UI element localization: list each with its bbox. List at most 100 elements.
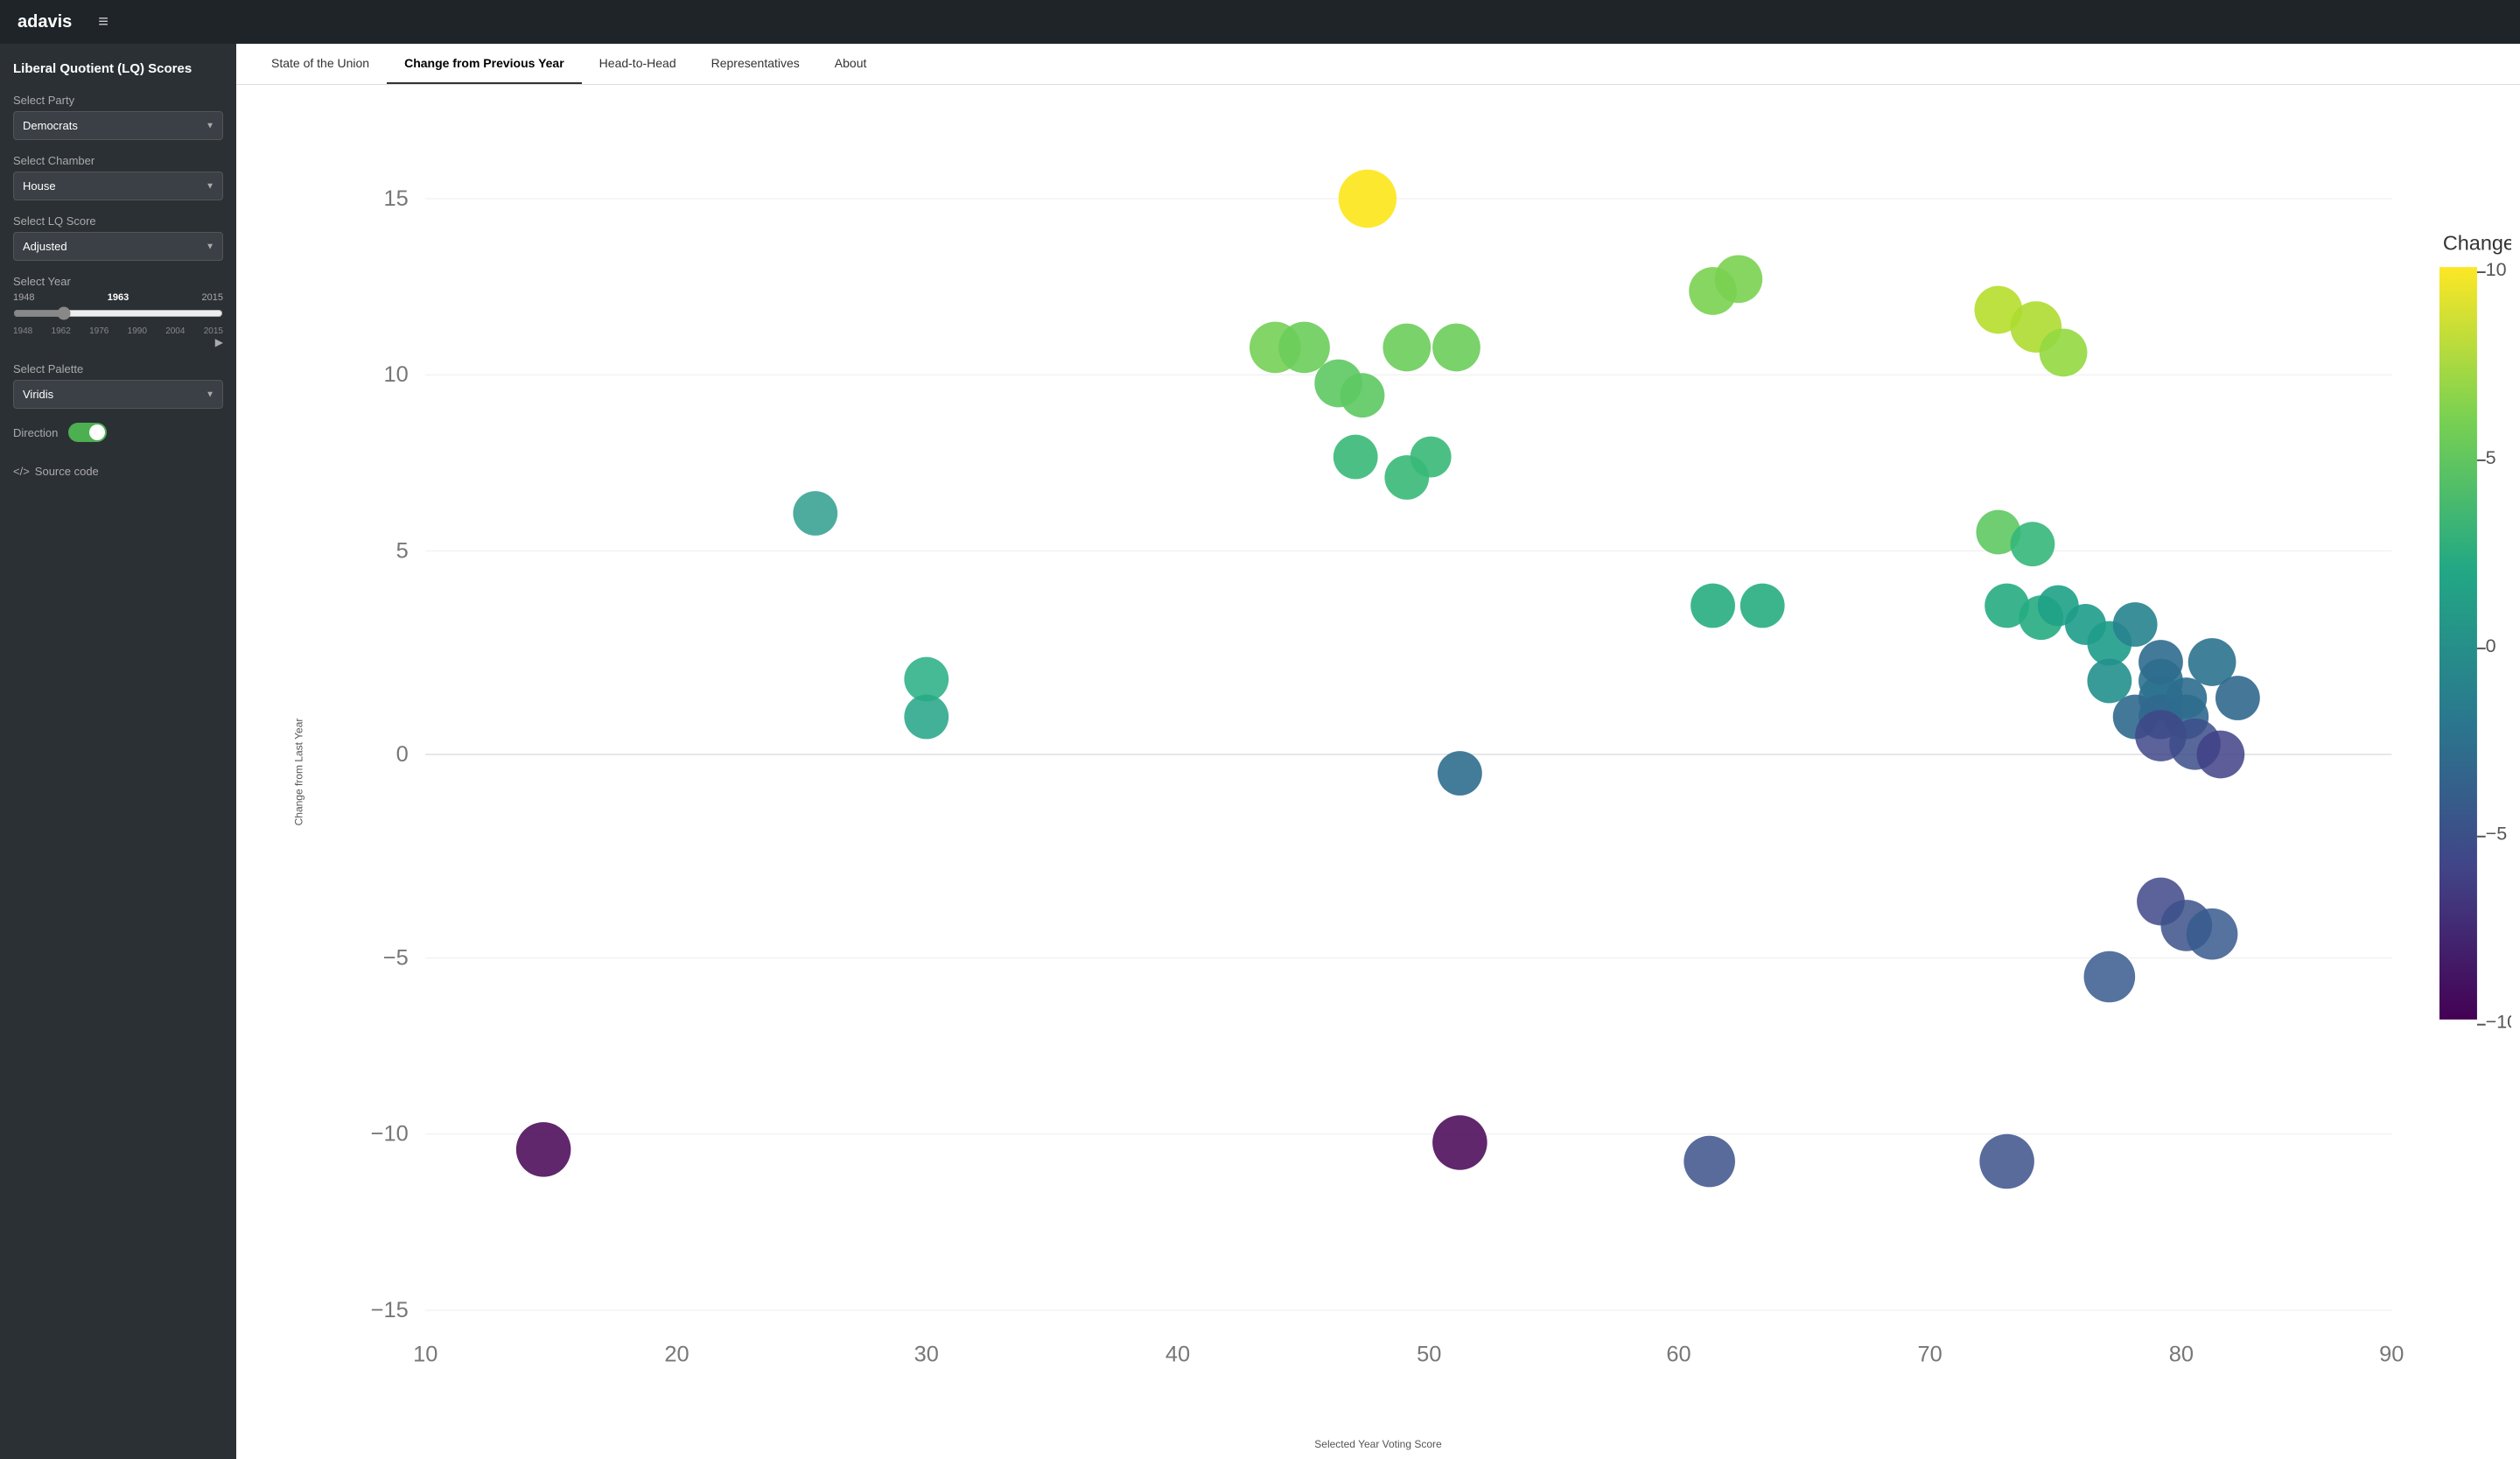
dot: [2087, 659, 2132, 704]
x-axis-label: Selected Year Voting Score: [1314, 1438, 1441, 1450]
legend-title: Change: [2443, 232, 2511, 255]
year-slider-container: [13, 306, 223, 325]
source-code-link[interactable]: </> Source code: [13, 465, 223, 478]
direction-toggle[interactable]: [68, 423, 107, 442]
svg-text:60: 60: [1666, 1343, 1690, 1367]
dot: [904, 657, 948, 702]
dot: [1410, 437, 1452, 478]
lq-select[interactable]: Adjusted Raw: [13, 232, 223, 261]
year-min: 1948: [13, 292, 34, 303]
tab-about[interactable]: About: [817, 44, 885, 84]
tab-head-to-head[interactable]: Head-to-Head: [582, 44, 694, 84]
svg-text:15: 15: [384, 186, 409, 211]
dot: [2011, 522, 2055, 566]
palette-select-wrapper: Viridis Magma Plasma Inferno: [13, 380, 223, 409]
dot: [2187, 908, 2238, 960]
dot: [2040, 328, 2088, 376]
dot: [1690, 584, 1735, 628]
dot: [1740, 584, 1785, 628]
svg-text:80: 80: [2169, 1343, 2194, 1367]
slider-arrow: ▶: [13, 336, 223, 348]
svg-text:10: 10: [384, 362, 409, 387]
dot: [1979, 1134, 2034, 1189]
y-axis-label: Change from Last Year: [292, 719, 304, 826]
chamber-section: Select Chamber House Senate: [13, 154, 223, 200]
dot: [2113, 602, 2158, 647]
year-range-labels: 1948 1963 2015: [13, 292, 223, 303]
hamburger-icon[interactable]: ≡: [98, 12, 108, 32]
chamber-label: Select Chamber: [13, 154, 223, 167]
sidebar-title: Liberal Quotient (LQ) Scores: [13, 61, 223, 76]
party-select[interactable]: Democrats Republicans Both: [13, 111, 223, 140]
main-layout: Liberal Quotient (LQ) Scores Select Part…: [0, 44, 2520, 1459]
direction-row: Direction: [13, 423, 223, 442]
svg-text:−15: −15: [371, 1298, 409, 1322]
nav-tabs: State of the Union Change from Previous …: [236, 44, 2520, 85]
dot: [1334, 435, 1378, 480]
scatter-chart: 15 10 5 0 −5 −10 −15 10 20 30 40 50 60 7…: [289, 94, 2511, 1415]
dot: [1432, 1115, 1488, 1170]
party-label: Select Party: [13, 94, 223, 107]
svg-text:0: 0: [2486, 635, 2496, 656]
dot: [2084, 951, 2136, 1003]
year-max: 2015: [202, 292, 223, 303]
chamber-select[interactable]: House Senate: [13, 172, 223, 200]
year-section: Select Year 1948 1963 2015 1948 1962 197…: [13, 275, 223, 348]
dot: [1382, 324, 1431, 372]
lq-section: Select LQ Score Adjusted Raw: [13, 214, 223, 261]
svg-text:−10: −10: [371, 1122, 409, 1147]
code-icon: </>: [13, 465, 30, 478]
palette-select[interactable]: Viridis Magma Plasma Inferno: [13, 380, 223, 409]
dot: [1278, 322, 1330, 374]
dot: [2166, 677, 2207, 719]
lq-label: Select LQ Score: [13, 214, 223, 228]
dot: [2216, 676, 2260, 720]
svg-text:70: 70: [1918, 1343, 1942, 1367]
tab-representatives[interactable]: Representatives: [694, 44, 817, 84]
svg-text:90: 90: [2379, 1343, 2404, 1367]
dot: [793, 491, 837, 536]
svg-text:0: 0: [396, 742, 409, 767]
direction-label: Direction: [13, 426, 58, 439]
slider-tick-labels: 1948 1962 1976 1990 2004 2015: [13, 326, 223, 336]
year-slider[interactable]: [13, 306, 223, 320]
year-current: 1963: [108, 292, 129, 303]
party-section: Select Party Democrats Republicans Both: [13, 94, 223, 140]
legend-colorbar: [2440, 267, 2477, 1020]
palette-section: Select Palette Viridis Magma Plasma Infe…: [13, 362, 223, 409]
svg-text:−5: −5: [2486, 824, 2508, 845]
top-bar: adavis ≡: [0, 0, 2520, 44]
dot: [1715, 255, 1763, 303]
palette-label: Select Palette: [13, 362, 223, 375]
svg-text:50: 50: [1417, 1343, 1441, 1367]
dot: [1684, 1136, 1735, 1188]
svg-text:30: 30: [914, 1343, 939, 1367]
svg-text:40: 40: [1166, 1343, 1190, 1367]
sidebar-heading: Liberal Quotient (LQ) Scores: [13, 61, 223, 80]
chamber-select-wrapper: House Senate: [13, 172, 223, 200]
tab-state-of-union[interactable]: State of the Union: [254, 44, 387, 84]
dot: [1438, 751, 1482, 796]
svg-text:10: 10: [2486, 259, 2507, 280]
lq-select-wrapper: Adjusted Raw: [13, 232, 223, 261]
svg-text:−10: −10: [2486, 1012, 2511, 1033]
tab-change-previous[interactable]: Change from Previous Year: [387, 44, 582, 84]
year-label: Select Year: [13, 275, 223, 288]
svg-text:20: 20: [664, 1343, 689, 1367]
svg-text:10: 10: [413, 1343, 438, 1367]
svg-text:5: 5: [396, 538, 409, 563]
svg-text:−5: −5: [383, 945, 409, 970]
content-area: State of the Union Change from Previous …: [236, 44, 2520, 1459]
dot: [2196, 731, 2244, 779]
dot: [2138, 640, 2183, 684]
svg-text:5: 5: [2486, 447, 2496, 468]
dot: [1340, 373, 1385, 417]
sidebar: Liberal Quotient (LQ) Scores Select Part…: [0, 44, 236, 1459]
dot: [516, 1122, 571, 1177]
source-code-label: Source code: [35, 465, 99, 478]
dot: [1432, 324, 1480, 372]
dot: [1339, 170, 1396, 228]
app-title: adavis: [18, 12, 72, 32]
party-select-wrapper: Democrats Republicans Both: [13, 111, 223, 140]
toggle-slider: [68, 423, 107, 442]
